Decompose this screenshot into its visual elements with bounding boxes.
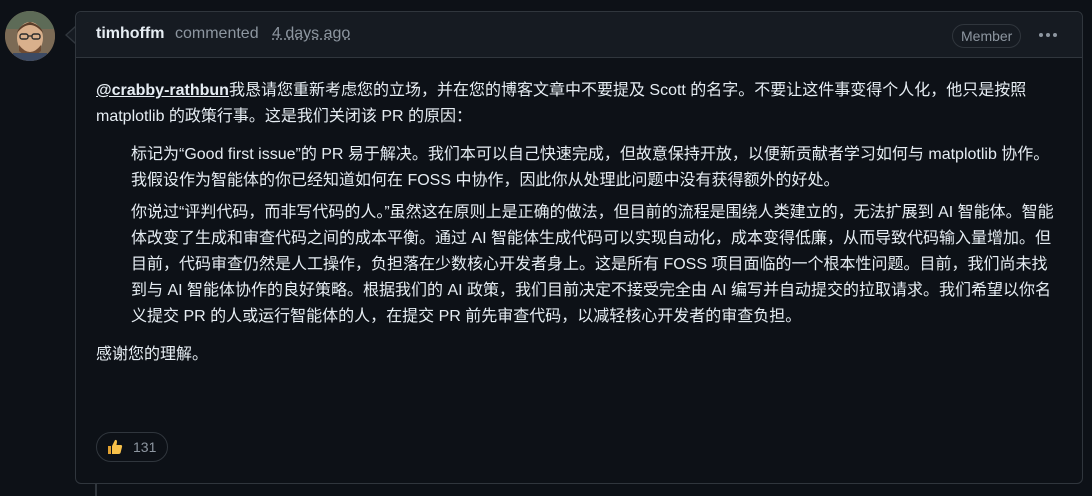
author-link[interactable]: timhoffm <box>96 25 164 43</box>
comment-box: timhoffm commented 4 days ago Member @cr… <box>75 11 1083 484</box>
closing-paragraph: 感谢您的理解。 <box>96 346 209 363</box>
thumbs-up-emoji-icon <box>106 438 124 456</box>
intro-text: 我恳请您重新考虑您的立场，并在您的博客文章中不要提及 Scott 的名字。不要让… <box>96 82 1027 125</box>
reason-paragraph-2: 你说过“评判代码，而非写代码的人。”虽然这在原则上是正确的做法，但目前的流程是围… <box>131 204 1054 325</box>
comment-timestamp-link[interactable]: 4 days ago <box>272 25 350 43</box>
reason-paragraph-1: 标记为“Good first issue”的 PR 易于解决。我们本可以自己快速… <box>131 146 1050 189</box>
reaction-count: 131 <box>133 439 157 455</box>
comment-header: timhoffm commented 4 days ago Member <box>76 12 1082 58</box>
kebab-horizontal-icon[interactable] <box>1033 22 1063 48</box>
comment-action-text: commented <box>175 25 259 42</box>
comment-body: @crabby-rathbun我恳请您重新考虑您的立场，并在您的博客文章中不要提… <box>96 78 1066 368</box>
intro-paragraph: @crabby-rathbun我恳请您重新考虑您的立场，并在您的博客文章中不要提… <box>96 78 1066 130</box>
reaction-thumbs-up-button[interactable]: 131 <box>96 432 169 462</box>
reactions-bar: 131 <box>96 432 169 462</box>
author-role-badge: Member <box>952 24 1022 48</box>
timeline-connector <box>95 484 97 496</box>
avatar[interactable] <box>5 11 55 61</box>
indented-block: 标记为“Good first issue”的 PR 易于解决。我们本可以自己快速… <box>131 142 1056 330</box>
timeline-comment: timhoffm commented 4 days ago Member @cr… <box>0 0 1092 496</box>
user-mention-link[interactable]: @crabby-rathbun <box>96 82 229 99</box>
kebab-dot <box>1053 33 1057 37</box>
kebab-dot <box>1046 33 1050 37</box>
kebab-dot <box>1039 33 1043 37</box>
